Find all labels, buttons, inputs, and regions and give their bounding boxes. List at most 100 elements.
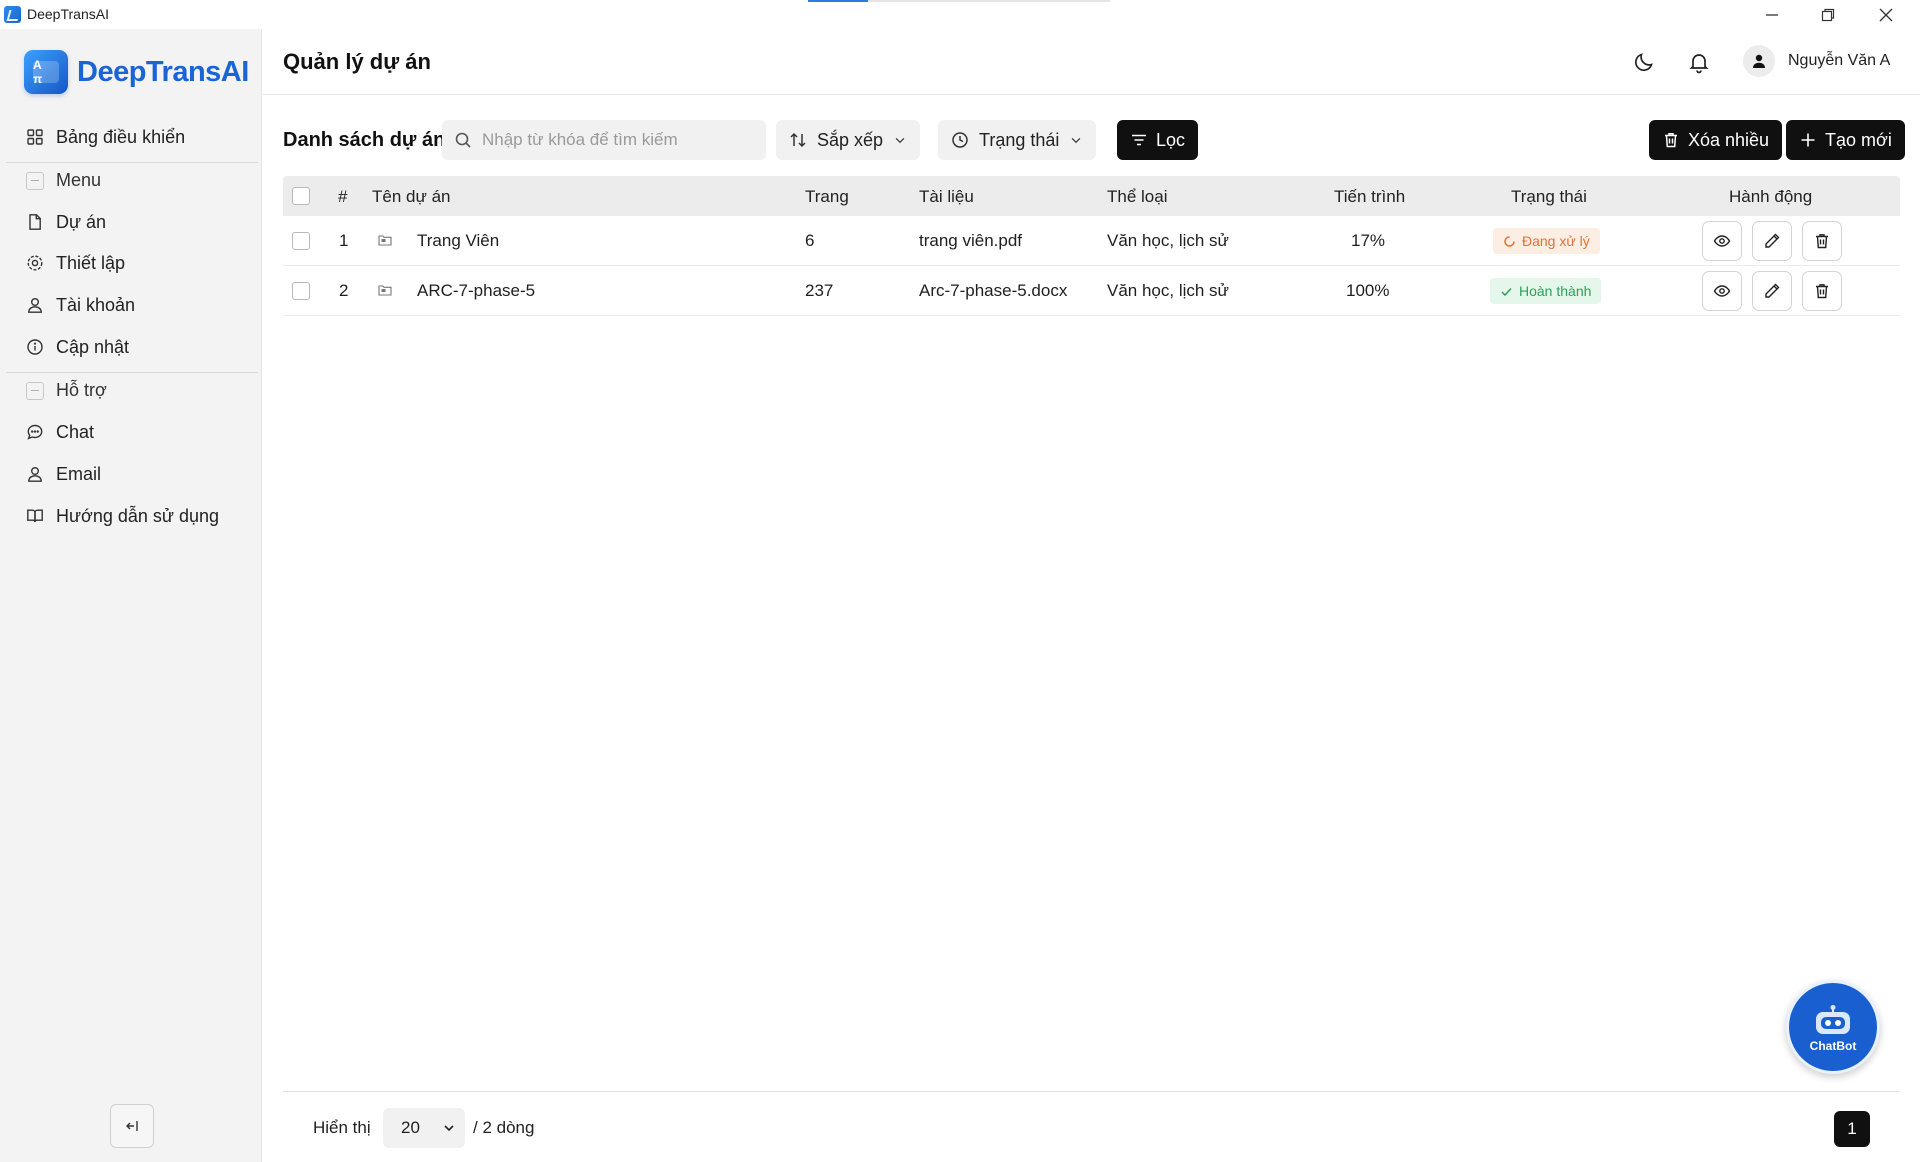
sidebar-item-email[interactable]: Email (0, 456, 262, 492)
chatbot-button[interactable]: ChatBot (1786, 980, 1880, 1074)
column-header-index: # (338, 187, 348, 206)
document-name: trang viên.pdf (919, 231, 1023, 250)
delete-many-button[interactable]: Xóa nhiều (1649, 120, 1783, 160)
list-title: Danh sách dự án (283, 129, 446, 151)
sort-dropdown[interactable]: Sắp xếp (776, 120, 921, 160)
column-header-progress: Tiến trình (1334, 187, 1406, 206)
close-window-button[interactable] (1858, 0, 1914, 29)
filter-button[interactable]: Lọc (1117, 120, 1199, 160)
robot-icon (1811, 1005, 1855, 1035)
project-name[interactable]: ARC-7-phase-5 (417, 281, 535, 301)
filter-label: Lọc (1156, 129, 1186, 150)
footer-divider (283, 1091, 1900, 1092)
select-all-checkbox[interactable] (292, 187, 310, 205)
project-name[interactable]: Trang Viên (417, 231, 499, 251)
search-box[interactable] (442, 120, 766, 160)
search-input[interactable] (482, 130, 762, 150)
minimize-button[interactable] (1744, 0, 1800, 29)
sort-label: Sắp xếp (817, 129, 884, 150)
trash-icon (1816, 234, 1828, 249)
row-index: 2 (339, 281, 349, 300)
page-size-value: 20 (401, 1118, 420, 1137)
spinner-icon (1504, 235, 1515, 247)
dashboard-icon (26, 128, 44, 146)
folder-icon (377, 282, 393, 298)
column-header-pages: Trang (805, 187, 849, 206)
page-count: 6 (805, 231, 815, 250)
page-button-current[interactable]: 1 (1834, 1111, 1870, 1147)
logo-mark-icon: A π (24, 50, 68, 94)
sidebar-item-settings[interactable]: Thiết lập (0, 245, 262, 281)
status-badge: Hoàn thành (1490, 278, 1602, 304)
user-menu[interactable]: Nguyễn Văn A (1743, 45, 1890, 77)
status-label: Trạng thái (979, 129, 1060, 150)
sidebar-section-menu: Menu (6, 162, 258, 198)
edit-button[interactable] (1752, 221, 1792, 261)
delete-button[interactable] (1802, 271, 1842, 311)
column-header-actions: Hành động (1729, 187, 1813, 206)
restore-icon (1821, 8, 1835, 21)
row-checkbox[interactable] (292, 282, 310, 300)
page-count: 237 (805, 281, 834, 300)
view-button[interactable] (1702, 271, 1742, 311)
chevron-down-icon (444, 1125, 454, 1132)
row-checkbox[interactable] (292, 232, 310, 250)
minimize-icon (1766, 13, 1778, 16)
loading-bar-fill (808, 0, 869, 2)
folder-icon (377, 232, 393, 248)
page-size-select[interactable]: 20 (383, 1108, 465, 1148)
row-index: 1 (339, 231, 349, 250)
document-name: Arc-7-phase-5.docx (919, 281, 1068, 300)
trash-icon (1816, 284, 1828, 299)
sidebar-item-guide[interactable]: Hướng dẫn sử dụng (0, 498, 262, 534)
column-header-name: Tên dự án (372, 187, 451, 206)
create-new-button[interactable]: Tạo mới (1786, 120, 1905, 160)
sidebar-section-label: Hỗ trợ (56, 380, 107, 400)
sidebar-item-label: Cập nhật (56, 336, 130, 357)
trash-icon (1665, 133, 1677, 148)
progress-value: 100% (1346, 281, 1390, 300)
sidebar-item-projects[interactable]: Dự án (0, 204, 262, 240)
chatbot-label: ChatBot (1809, 1039, 1857, 1053)
sidebar-item-updates[interactable]: Cập nhật (0, 329, 262, 365)
gear-icon (26, 254, 44, 272)
pagination-footer: Hiển thị 20 / 2 dòng 1 (283, 1106, 1900, 1150)
sidebar-item-label: Tài khoản (56, 294, 136, 315)
filter-icon (1132, 134, 1146, 146)
user-icon (26, 296, 44, 314)
sidebar-item-label: Email (56, 463, 102, 484)
bell-icon (1689, 54, 1709, 74)
user-name: Nguyễn Văn A (1788, 52, 1891, 69)
view-button[interactable] (1702, 221, 1742, 261)
sidebar-item-label: Chat (56, 421, 95, 442)
page-title: Quản lý dự án (283, 49, 431, 74)
chevron-down-icon (1072, 138, 1081, 144)
sidebar-item-account[interactable]: Tài khoản (0, 287, 262, 323)
moon-icon (1635, 53, 1653, 71)
search-icon (455, 132, 471, 148)
column-header-status: Trạng thái (1511, 187, 1587, 206)
window-title: DeepTransAI (27, 6, 109, 22)
header: Quản lý dự án Nguyễn Văn A (263, 29, 1920, 95)
book-icon (26, 507, 44, 525)
delete-many-label: Xóa nhiều (1688, 129, 1770, 150)
edit-button[interactable] (1752, 271, 1792, 311)
user-avatar-icon (1753, 54, 1765, 68)
restore-button[interactable] (1800, 0, 1856, 29)
pencil-icon (1765, 283, 1780, 298)
table-row[interactable]: 2 ARC-7-phase-5 237 Arc-7-phase-5.docx V… (283, 266, 1900, 316)
sidebar-item-dashboard[interactable]: Bảng điều khiển (0, 119, 262, 155)
status-dropdown[interactable]: Trạng thái (938, 120, 1097, 160)
collapse-sidebar-button[interactable] (110, 1104, 154, 1148)
sidebar-item-label: Hướng dẫn sử dụng (56, 505, 220, 526)
sidebar-item-chat[interactable]: Chat (0, 414, 262, 450)
sort-arrows-icon (790, 132, 806, 148)
dark-mode-toggle[interactable] (1631, 49, 1657, 75)
loading-bar (808, 0, 1110, 2)
notifications-button[interactable] (1686, 49, 1712, 75)
delete-button[interactable] (1802, 221, 1842, 261)
collapse-section-icon (26, 171, 44, 190)
table-row[interactable]: 1 Trang Viên 6 trang viên.pdf Văn học, l… (283, 216, 1900, 266)
app-icon (4, 6, 21, 23)
logo[interactable]: A π DeepTransAI (24, 50, 249, 94)
